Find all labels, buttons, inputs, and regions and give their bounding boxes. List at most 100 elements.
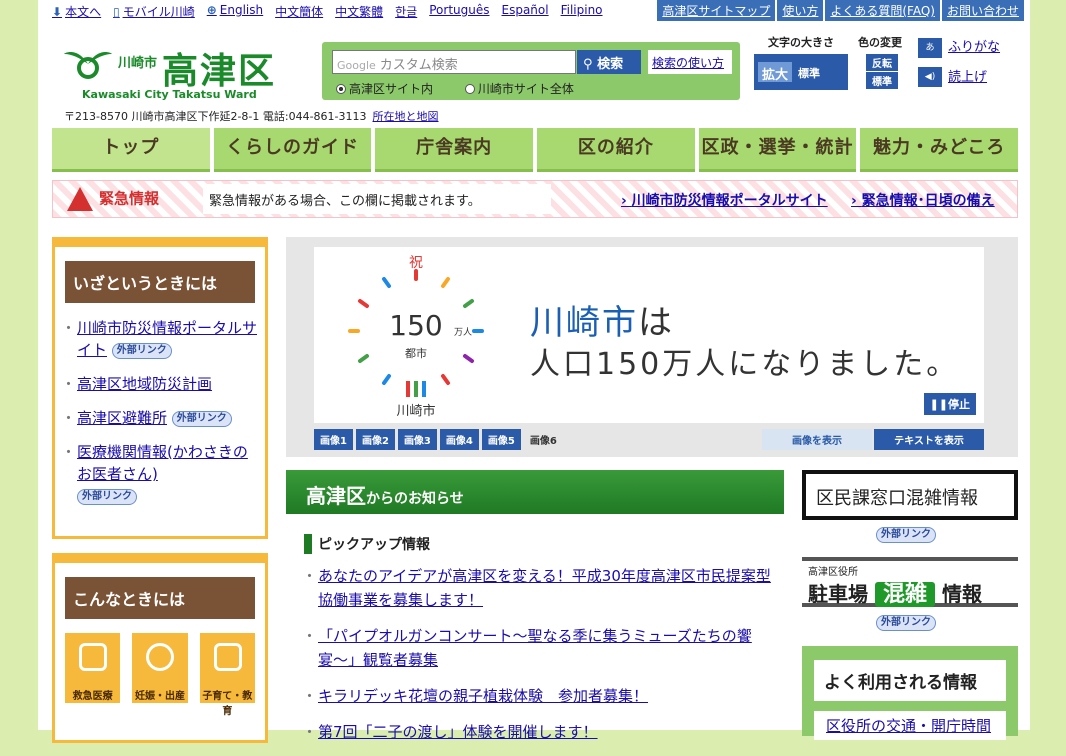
tile-emergency-medical[interactable]: 救急医療: [65, 633, 121, 703]
contact-link[interactable]: お問い合わせ: [941, 0, 1024, 21]
emergency-title: 緊急情報: [67, 187, 159, 211]
utility-links: 高津区サイトマップ 使い方 よくある質問(FAQ) お問い合わせ: [657, 0, 1024, 21]
slider-tab-6[interactable]: 画像6: [523, 429, 563, 450]
slider-tab-5[interactable]: 画像5: [481, 429, 521, 450]
speaker-icon: ◀): [918, 67, 942, 87]
external-link-badge: 外部リンク: [111, 343, 172, 359]
skip-to-content-link[interactable]: ⬇ 本文へ: [52, 3, 101, 20]
lang-zh-hans[interactable]: 中文簡体: [275, 3, 323, 20]
lang-portuguese[interactable]: Português: [429, 3, 489, 20]
search-help-link[interactable]: 検索の使い方: [648, 50, 732, 74]
external-link-badge: 外部リンク: [876, 527, 936, 543]
main-nav: トップ くらしのガイド 庁舎案内 区の紹介 区政・選挙・統計 魅力・みどころ: [52, 128, 1019, 172]
lang-zh-hant[interactable]: 中文繁體: [335, 3, 383, 20]
slider-tab-4[interactable]: 画像4: [439, 429, 479, 450]
leaf-logo-icon: [64, 52, 112, 79]
emergency-prep-link[interactable]: › 緊急情報･日頃の備え: [851, 190, 995, 210]
emergency-bar: 緊急情報 緊急情報がある場合、この欄に掲載されます。 › 川崎市防災情報ポータル…: [52, 180, 1018, 218]
news-section: 高津区からのお知らせ ピックアップ情報 あなたのアイデアが高津区を変える！平成3…: [286, 470, 784, 756]
color-standard-button[interactable]: 標準: [866, 72, 898, 90]
slider-stop-button[interactable]: ❚❚停止: [923, 393, 976, 415]
when-box-title: こんなときには: [65, 577, 255, 619]
furigana-icon: あ: [918, 37, 942, 58]
list-item[interactable]: 高津区地域防災計画: [61, 373, 259, 395]
down-arrow-icon: ⬇: [52, 5, 63, 19]
globe-icon: ⊕: [206, 3, 217, 17]
mobile-icon: ▯: [113, 5, 120, 19]
news-item[interactable]: 「パイプオルガンコンサート〜聖なる季に集うミューズたちの饗宴〜」観覧者募集: [302, 624, 784, 672]
parking-congestion-banner[interactable]: 高津区役所 駐車場 混雑 情報: [802, 557, 1018, 607]
slider-tab-2[interactable]: 画像2: [355, 429, 395, 450]
external-link-badge: 外部リンク: [77, 489, 137, 505]
tile-pregnancy[interactable]: 妊娠・出産: [132, 633, 188, 703]
pickup-heading: ピックアップ情報: [304, 534, 784, 554]
faq-link[interactable]: よくある質問(FAQ): [825, 0, 940, 21]
nav-administration[interactable]: 区政・選挙・統計: [698, 128, 857, 172]
top-bar: ⬇ 本文へ ▯ モバイル川崎 ⊕ English 中文簡体 中文繁體 한글 Portu…: [38, 0, 1030, 22]
svg-text:川崎市: 川崎市: [396, 403, 435, 419]
mother-child-icon: [146, 643, 175, 671]
news-item[interactable]: キラリデッキ花壇の親子植栽体験 参加者募集！: [302, 684, 784, 708]
list-item[interactable]: 川崎市防災情報ポータルサイト 外部リンク: [61, 317, 259, 361]
logo-city: 川崎市: [118, 56, 158, 71]
search-input[interactable]: Google カスタム検索: [332, 50, 576, 74]
ambulance-icon: [79, 643, 107, 671]
map-link[interactable]: 所在地と地図: [373, 110, 439, 123]
slide-subheadline: 人口150万人になりました。: [530, 347, 960, 382]
search-button[interactable]: ⚲ 検索: [577, 50, 641, 74]
list-item[interactable]: 区役所の交通・開庁時間: [814, 711, 1006, 740]
radio-ward[interactable]: 高津区サイト内: [336, 82, 447, 96]
when-box: こんなときには 救急医療 妊娠・出産 子育て・教育: [52, 553, 268, 743]
svg-text:150: 150: [389, 309, 442, 342]
slide-image[interactable]: 150 万人 都市 祝 川崎市 川崎市は 人口150万人になりました。 ❚❚停止: [314, 247, 984, 423]
slider-tab-3[interactable]: 画像3: [397, 429, 437, 450]
svg-text:祝: 祝: [409, 255, 423, 271]
external-link-badge: 外部リンク: [171, 411, 232, 427]
list-item[interactable]: 医療機関情報(かわさきのお医者さん)外部リンク: [61, 441, 259, 507]
sitemap-link[interactable]: 高津区サイトマップ: [657, 0, 776, 21]
color-invert-button[interactable]: 反転: [866, 54, 898, 72]
show-image-button[interactable]: 画像を表示: [762, 429, 872, 450]
text-size-large-button[interactable]: 拡大: [758, 62, 793, 83]
emergency-box-title: いざというときには: [65, 261, 255, 303]
external-link-badge: 外部リンク: [876, 615, 936, 631]
readout-link[interactable]: ◀) 読上げ: [918, 66, 1000, 87]
school-icon: [213, 643, 242, 671]
lang-korean[interactable]: 한글: [395, 3, 417, 20]
accessibility-tools: あふりがな ◀) 読上げ: [918, 36, 1000, 95]
emergency-message: 緊急情報がある場合、この欄に掲載されます。: [203, 184, 551, 214]
kawasaki-150-logo: 150 万人 都市 祝 川崎市: [348, 255, 484, 419]
furigana-link[interactable]: あふりがな: [918, 36, 1000, 58]
lang-spanish[interactable]: Español: [502, 3, 549, 20]
slider-tab-1[interactable]: 画像1: [314, 429, 353, 450]
counter-congestion-banner[interactable]: 区民課窓口混雑情報: [802, 470, 1018, 520]
news-item[interactable]: 第7回「二子の渡し」体験を開催します！: [302, 720, 784, 744]
show-text-button[interactable]: テキストを表示: [874, 429, 984, 450]
usage-link[interactable]: 使い方: [777, 0, 824, 21]
emergency-info-box: いざというときには 川崎市防災情報ポータルサイト 外部リンク 高津区地域防災計画…: [52, 237, 268, 539]
search-scope: 高津区サイト内 川崎市サイト全体: [336, 80, 602, 97]
nav-top[interactable]: トップ: [52, 128, 210, 172]
lang-filipino[interactable]: Filipino: [561, 3, 603, 20]
text-size-standard-button[interactable]: 標準: [794, 62, 824, 82]
logo-english: Kawasaki City Takatsu Ward: [82, 88, 257, 101]
nav-living-guide[interactable]: くらしのガイド: [213, 128, 372, 172]
warning-icon: [67, 187, 93, 211]
frequent-info-box: よく利用される情報 区役所の交通・開庁時間: [802, 646, 1018, 740]
radio-city[interactable]: 川崎市サイト全体: [464, 82, 588, 96]
list-item[interactable]: 高津区避難所 外部リンク: [61, 407, 259, 429]
lang-english[interactable]: ⊕ English: [207, 3, 263, 20]
news-title: 高津区からのお知らせ: [286, 470, 784, 514]
mobile-link[interactable]: ▯ モバイル川崎: [113, 3, 195, 20]
nav-ward-intro[interactable]: 区の紹介: [537, 128, 695, 172]
logo-ward: 高津区: [162, 51, 277, 92]
nav-attractions[interactable]: 魅力・みどころ: [860, 128, 1019, 172]
nav-office-guide[interactable]: 庁舎案内: [375, 128, 534, 172]
search-panel: Google カスタム検索 ⚲ 検索 検索の使い方 高津区サイト内 川崎市サイト全…: [322, 42, 740, 100]
news-item[interactable]: あなたのアイデアが高津区を変える！平成30年度高津区市民提案型協働事業を募集しま…: [302, 564, 784, 612]
tile-childcare[interactable]: 子育て・教育: [199, 633, 255, 717]
page: ⬇ 本文へ ▯ モバイル川崎 ⊕ English 中文簡体 中文繁體 한글 Portu…: [38, 0, 1030, 744]
address: 〒213-8570 川崎市高津区下作延2-8-1 電話:044-861-3113…: [64, 110, 439, 123]
disaster-portal-link[interactable]: › 川崎市防災情報ポータルサイト: [621, 190, 828, 210]
frequent-info-title: よく利用される情報: [814, 660, 1006, 701]
